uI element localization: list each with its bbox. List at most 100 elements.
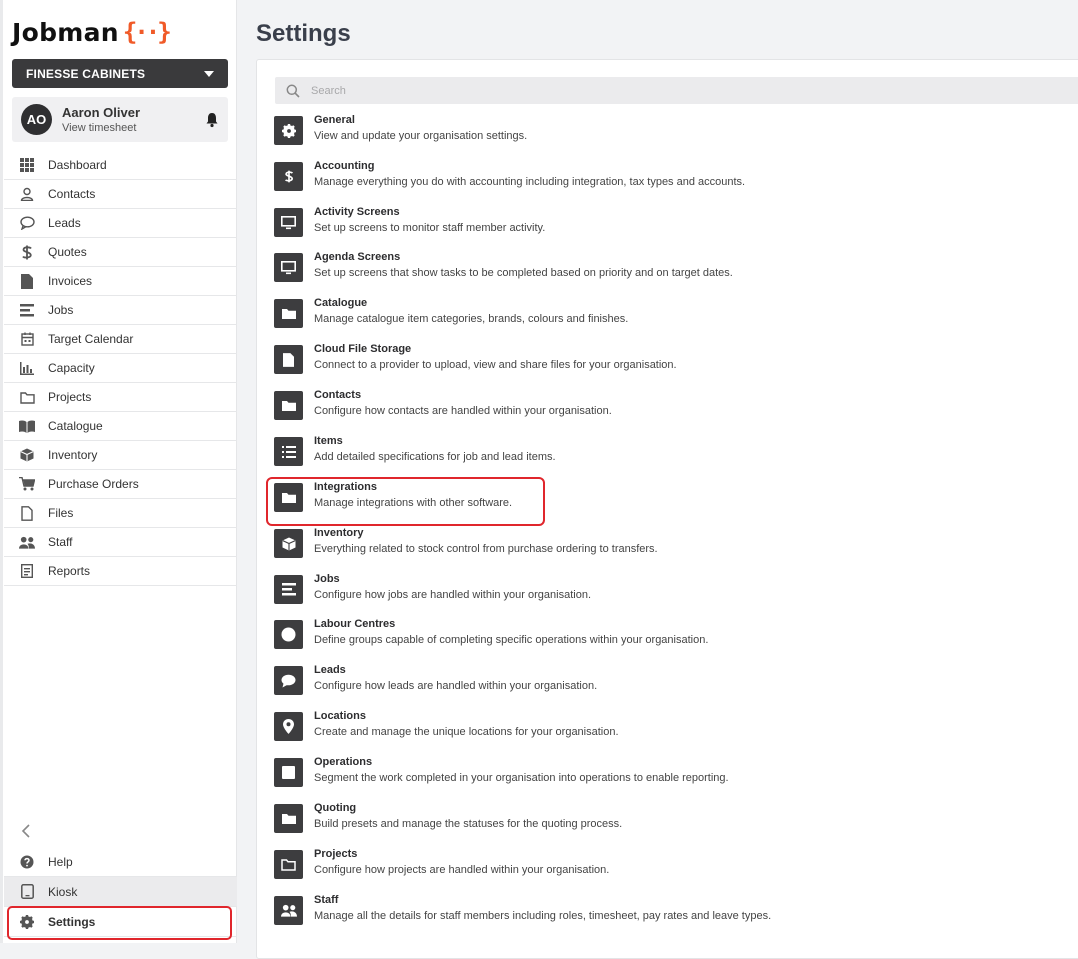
settings-item-description: Manage everything you do with accounting… [314, 176, 746, 188]
box-icon [274, 529, 303, 558]
settings-item-description: Segment the work completed in your organ… [314, 772, 729, 784]
settings-item-activity-screens[interactable]: Activity Screens Set up screens to monito… [274, 206, 545, 240]
organisation-name: FINESSE CABINETS [26, 66, 146, 81]
settings-item-description: Connect to a provider to upload, view an… [314, 359, 677, 371]
organisation-dropdown[interactable]: FINESSE CABINETS [12, 59, 228, 88]
nav-label: Catalogue [48, 419, 103, 433]
nav-label: Files [48, 506, 74, 520]
cart-icon [19, 476, 35, 492]
nav-kiosk[interactable]: Kiosk [4, 877, 237, 907]
user-info: Aaron Oliver View timesheet [62, 105, 205, 134]
list-icon [274, 437, 303, 466]
nav-contacts[interactable]: Contacts [4, 180, 237, 209]
chat-bubble-icon [19, 215, 35, 231]
settings-item-leads[interactable]: Leads Configure how leads are handled wit… [274, 664, 597, 698]
user-card[interactable]: AO Aaron Oliver View timesheet [12, 97, 228, 142]
settings-item-description: Manage integrations with other software. [314, 497, 513, 509]
nav-label: Leads [48, 216, 81, 230]
nav-label: Dashboard [48, 158, 107, 172]
settings-item-title: Jobs [314, 573, 340, 585]
settings-item-agenda-screens[interactable]: Agenda Screens Set up screens that show t… [274, 251, 733, 285]
settings-item-staff[interactable]: Staff Manage all the details for staff me… [274, 894, 771, 928]
monitor-icon [274, 208, 303, 237]
lines-icon [19, 302, 35, 318]
folder-icon [274, 804, 303, 833]
jobman-logo[interactable]: Jobman {··} [12, 14, 172, 50]
people-icon [19, 534, 35, 550]
settings-item-quoting[interactable]: Quoting Build presets and manage the stat… [274, 802, 622, 836]
nav-label: Target Calendar [48, 332, 134, 346]
settings-item-description: Manage catalogue item categories, brands… [314, 313, 629, 325]
user-icon [19, 186, 35, 202]
settings-item-title: Cloud File Storage [314, 343, 412, 355]
nav-reports[interactable]: Reports [4, 557, 237, 586]
dollar-icon [274, 162, 303, 191]
settings-item-title: Integrations [314, 481, 377, 493]
nav-jobs[interactable]: Jobs [4, 296, 237, 325]
settings-item-title: General [314, 114, 355, 126]
nav-settings[interactable]: Settings [4, 907, 237, 937]
people-icon [274, 896, 303, 925]
search-bar[interactable] [275, 77, 1078, 104]
nav-files[interactable]: Files [4, 499, 237, 528]
nav-label: Projects [48, 390, 92, 404]
nav-label: Contacts [48, 187, 96, 201]
grid-icon [19, 157, 35, 173]
user-name: Aaron Oliver [62, 105, 141, 120]
sidebar: Jobman {··} FINESSE CABINETS AO Aaron Ol… [0, 0, 237, 943]
nav-label: Capacity [48, 361, 95, 375]
settings-item-description: Define groups capable of completing spec… [314, 634, 709, 646]
settings-item-title: Agenda Screens [314, 251, 401, 263]
settings-item-accounting[interactable]: Accounting Manage everything you do with … [274, 160, 745, 194]
settings-item-inventory[interactable]: Inventory Everything related to stock con… [274, 527, 658, 561]
bottom-nav: Help Kiosk Settings [4, 847, 237, 937]
nav-leads[interactable]: Leads [4, 209, 237, 238]
nav-help[interactable]: Help [4, 847, 237, 877]
settings-item-operations[interactable]: Operations Segment the work completed in … [274, 756, 729, 790]
bell-icon[interactable] [205, 112, 219, 128]
box-icon [19, 447, 35, 463]
nav-dashboard[interactable]: Dashboard [4, 151, 237, 180]
settings-item-cloud-file-storage[interactable]: Cloud File Storage Connect to a provider … [274, 343, 677, 377]
folder-icon [274, 391, 303, 420]
collapse-sidebar-chevron-icon[interactable] [19, 823, 33, 839]
folder-outline-icon [19, 389, 35, 405]
nav-catalogue[interactable]: Catalogue [4, 412, 237, 441]
page-title: Settings [256, 20, 351, 47]
nav-staff[interactable]: Staff [4, 528, 237, 557]
settings-item-title: Activity Screens [314, 206, 400, 218]
settings-item-items[interactable]: Items Add detailed specifications for job… [274, 435, 556, 469]
view-timesheet-link[interactable]: View timesheet [62, 122, 205, 134]
settings-item-description: Set up screens to monitor staff member a… [314, 222, 546, 234]
settings-item-jobs[interactable]: Jobs Configure how jobs are handled withi… [274, 573, 591, 607]
folder-icon [274, 299, 303, 328]
nav-purchase-orders[interactable]: Purchase Orders [4, 470, 237, 499]
settings-item-description: Configure how jobs are handled within yo… [314, 589, 592, 601]
nav-inventory[interactable]: Inventory [4, 441, 237, 470]
search-input[interactable] [309, 83, 913, 98]
question-circle-icon [19, 854, 35, 870]
settings-item-general[interactable]: General View and update your organisation… [274, 114, 527, 148]
nav-label: Staff [48, 535, 73, 549]
settings-item-catalogue[interactable]: Catalogue Manage catalogue item categorie… [274, 297, 628, 331]
settings-item-contacts[interactable]: Contacts Configure how contacts are handl… [274, 389, 612, 423]
gear-icon [19, 914, 35, 930]
nav-label: Inventory [48, 448, 98, 462]
nav-invoices[interactable]: Invoices [4, 267, 237, 296]
nav-target-calendar[interactable]: Target Calendar [4, 325, 237, 354]
logo-wordmark: Jobman [12, 17, 119, 47]
book-open-icon [19, 418, 35, 434]
settings-item-title: Quoting [314, 802, 357, 814]
dollar-icon [19, 244, 35, 260]
settings-item-integrations[interactable]: Integrations Manage integrations with oth… [274, 481, 512, 515]
settings-item-locations[interactable]: Locations Create and manage the unique lo… [274, 710, 619, 744]
caret-down-icon [204, 70, 214, 77]
monitor-icon [274, 253, 303, 282]
settings-item-projects[interactable]: Projects Configure how projects are handl… [274, 848, 609, 882]
nav-capacity[interactable]: Capacity [4, 354, 237, 383]
nav-projects[interactable]: Projects [4, 383, 237, 412]
nav-quotes[interactable]: Quotes [4, 238, 237, 267]
settings-item-description: Configure how projects are handled withi… [314, 864, 610, 876]
settings-item-description: Everything related to stock control from… [314, 543, 658, 555]
settings-item-labour-centres[interactable]: Labour Centres Define groups capable of c… [274, 618, 708, 652]
